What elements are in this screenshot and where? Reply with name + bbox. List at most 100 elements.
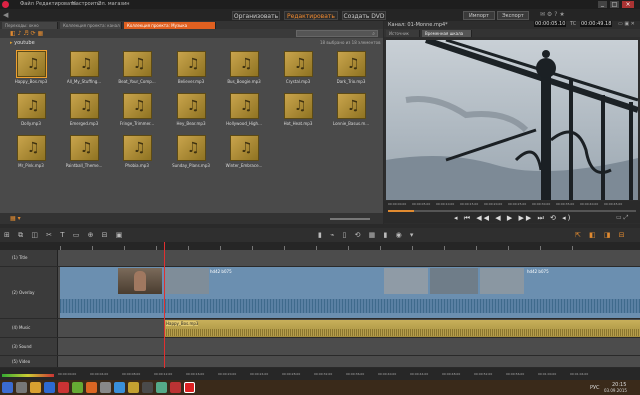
tab-transitions[interactable]: Переходы: окно <box>2 22 58 29</box>
minimize-icon[interactable]: _ <box>598 1 607 8</box>
taskbar-app-icon[interactable] <box>128 382 139 393</box>
music-note-icon: ♫ <box>27 98 40 114</box>
taskbar-app-icon[interactable] <box>72 382 83 393</box>
media-tile[interactable]: ♫ Hot_Heat.mp3 <box>279 90 314 126</box>
media-tile[interactable]: ♫ Crystal.mp3 <box>279 48 314 84</box>
timeline-tools-left[interactable]: ⊞ ⧉ ◫ ✂ T ▭ ⊕ ⊟ ▣ <box>4 231 125 240</box>
tab-timeline[interactable]: Временная шкала <box>422 30 472 37</box>
music-note-icon: ♫ <box>133 56 146 72</box>
track-label: (4) Music <box>12 325 31 330</box>
ruler-label: 00:00:25.00 <box>508 202 527 206</box>
music-clip[interactable]: Happy_Bos.mp3 <box>164 320 640 337</box>
library-nav-icons[interactable]: ◧ ♪ ♬ ⟳ ▦ <box>10 30 43 37</box>
timeline-time-labels: 00:00:00.00 00:00:04.00 00:00:08.00 00:00:1… <box>58 368 640 380</box>
tab-project-channel[interactable]: Коллекция проекта: канал <box>60 22 122 29</box>
clip-thumbnail <box>118 268 162 294</box>
taskbar-app-icon[interactable] <box>44 382 55 393</box>
track-label: (1) Title <box>12 255 28 260</box>
media-tile[interactable]: ♫ Dolly.mp3 <box>12 90 47 126</box>
taskbar-app-icon[interactable] <box>156 382 167 393</box>
track-overlay: (2) Overlay hd42 b075 hd42 b075 <box>0 267 640 319</box>
ruler-label: 00:00:20.00 <box>484 202 503 206</box>
media-tile[interactable]: ♫ Happy_Bos.mp3 <box>12 48 47 84</box>
scrubber-bar[interactable] <box>388 210 636 212</box>
media-tile[interactable]: ♫ Bus_Boogie.mp3 <box>225 48 261 84</box>
menu-item-edit[interactable]: Редактировать <box>36 1 76 7</box>
back-icon[interactable]: ◀ <box>3 11 8 19</box>
taskbar-app-icon[interactable] <box>184 382 195 393</box>
media-tile[interactable]: ♫ Mr_Pink.mp3 <box>12 132 47 168</box>
menu-item-settings[interactable]: Настроить <box>72 1 100 7</box>
taskbar-app-icon[interactable] <box>16 382 27 393</box>
clip-label: hd42 b075 <box>527 269 549 274</box>
preview-title: Канал: 01-Monne.mp4* <box>388 22 448 28</box>
taskbar-app-icon[interactable] <box>58 382 69 393</box>
ruler-label: 00:00:00.00 <box>58 372 77 376</box>
media-tile[interactable]: ♫ All_My_Stuffing... <box>65 48 101 84</box>
media-tile[interactable]: ♫ Hey_Bear.mp3 <box>172 90 207 126</box>
taskbar-app-icon[interactable] <box>170 382 181 393</box>
track-header[interactable]: (5) Video <box>0 356 58 367</box>
media-tile[interactable]: ♫ Emerged.mp3 <box>65 90 100 126</box>
media-tile[interactable]: ♫ Phobia.mp3 <box>118 132 153 168</box>
fullscreen-icon[interactable]: ▭ ⤢ <box>616 214 628 222</box>
current-timecode: 00:00:05.10 <box>534 21 567 27</box>
clock-date[interactable]: 03.09.2015 <box>604 388 627 393</box>
toolbar-icons[interactable]: ✉ ⚙ ? ★ <box>540 11 565 18</box>
taskbar-app-icon[interactable] <box>100 382 111 393</box>
track-header[interactable]: (1) Title <box>0 250 58 266</box>
music-note-icon: ♫ <box>347 98 360 114</box>
taskbar-app-icon[interactable] <box>30 382 41 393</box>
start-icon[interactable] <box>2 382 13 393</box>
close-icon[interactable]: × <box>622 1 634 8</box>
taskbar-app-icon[interactable] <box>86 382 97 393</box>
media-tile[interactable]: ♫ Winter_Embrace... <box>225 132 262 168</box>
export-button[interactable]: Экспорт <box>497 11 529 20</box>
mode-edit[interactable]: Редактировать <box>284 11 338 20</box>
library-panel: ▸ youtube 18 выбрано из 18 элементов ♫ Ha… <box>0 38 383 213</box>
media-tile[interactable]: ♫ Sunday_Plans.mp3 <box>172 132 210 168</box>
ruler-label: 00:00:40.00 <box>378 372 397 376</box>
tab-source[interactable]: Источник <box>386 30 420 37</box>
preview-controls: 00:00:00.00 00:00:05.00 00:00:10.00 00:0… <box>384 201 640 223</box>
music-note-icon: ♫ <box>133 98 146 114</box>
zoom-slider[interactable] <box>330 218 370 220</box>
mode-dvd[interactable]: Создать DVD <box>342 11 386 20</box>
media-tile[interactable]: ♫ Beat_Your_Comp... <box>118 48 156 84</box>
folder-path: ▸ youtube <box>10 40 35 46</box>
track-header[interactable]: (3) Sound <box>0 338 58 355</box>
clip-thumbnail <box>480 268 524 294</box>
media-tile[interactable]: ♫ Fringe_Trimmer... <box>118 90 154 126</box>
playhead[interactable] <box>164 242 165 372</box>
media-tile[interactable]: ♫ Lonnie_Basus.m... <box>332 90 369 126</box>
timeline-ruler[interactable] <box>0 242 640 250</box>
menu-item-store[interactable]: Эл. магазин <box>98 1 130 7</box>
preview-window-icons[interactable]: ▭ ▣ ✕ <box>618 21 635 27</box>
view-mode-icon[interactable]: ▦ ▾ <box>10 215 21 222</box>
maximize-icon[interactable]: □ <box>610 1 619 8</box>
timeline-tools-center[interactable]: ▮ ⌁ ▯ ⟲ ▦ ▮ ◉ ▾ <box>318 231 416 239</box>
ruler-label: 00:00:08.00 <box>122 372 141 376</box>
track-header[interactable]: (2) Overlay <box>0 267 58 318</box>
media-tile[interactable]: ♫ Dark_Trio.mp3 <box>332 48 367 84</box>
search-input[interactable]: ⌕ <box>296 30 378 37</box>
scrubber-progress <box>388 210 414 212</box>
media-tile[interactable]: ♫ Believer.mp3 <box>172 48 207 84</box>
folder-icon: ▸ <box>10 40 13 46</box>
transport-controls[interactable]: ◂ ⏮ ◀◀ ◀ ▶ ▶▶ ⏭ ⟲ ◂) <box>454 214 572 223</box>
timeline-tools-right[interactable]: ⇱ ◧ ◨ ⊟ <box>575 231 628 239</box>
taskbar-app-icon[interactable] <box>114 382 125 393</box>
import-button[interactable]: Импорт <box>463 11 495 20</box>
language-indicator[interactable]: РУС <box>590 385 600 391</box>
mode-organize[interactable]: Организовать <box>232 11 280 20</box>
clip-thumbnail <box>430 268 478 294</box>
tab-project-music[interactable]: Коллекция проекта: Музыка <box>124 22 216 29</box>
taskbar-app-icon[interactable] <box>142 382 153 393</box>
menu-item-file[interactable]: Файл <box>20 1 34 7</box>
video-preview[interactable] <box>386 40 638 200</box>
track-header[interactable]: (4) Music <box>0 319 58 337</box>
media-tile[interactable]: ♫ Paintball_Theme... <box>65 132 102 168</box>
folder-name: youtube <box>14 40 35 46</box>
media-tile[interactable]: ♫ Hollywood_High... <box>225 90 262 126</box>
main-toolbar: ◀ Организовать Редактировать Создать DVD… <box>0 9 640 21</box>
